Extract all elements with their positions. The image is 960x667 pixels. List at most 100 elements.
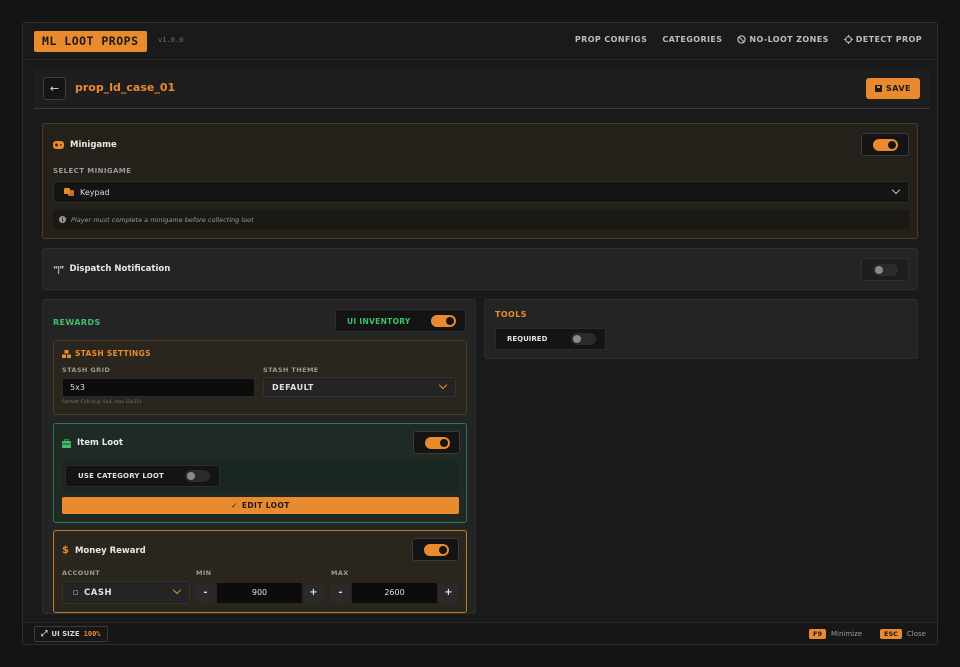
money-reward-toggle[interactable]: [424, 544, 449, 556]
min-stepper: - 900 + - 2600 +: [196, 583, 460, 603]
crosshair-icon: [843, 35, 853, 44]
edit-loot-label: EDIT LOOT: [241, 501, 290, 510]
footer-bar: ⤢ UI SIZE 100% F9 Minimize ESC Close: [23, 622, 937, 644]
close-hint[interactable]: ESC Close: [880, 629, 926, 639]
antenna-icon: “|”: [53, 264, 64, 274]
money-reward-title: $ Money Reward: [62, 545, 146, 556]
tools-required-toggle[interactable]: [571, 333, 596, 345]
account-select-marker: [73, 590, 78, 595]
select-minigame-label: SELECT MINIGAME: [53, 167, 132, 175]
minigame-toggle-box: [861, 133, 909, 156]
minimize-label: Minimize: [830, 630, 863, 638]
minigame-select[interactable]: Keypad: [53, 181, 909, 203]
stash-theme-value: DEFAULT: [272, 382, 314, 392]
chevron-down-icon: [438, 380, 448, 390]
minigame-title: Minigame: [53, 140, 117, 150]
use-category-area: USE CATEGORY LOOT: [62, 462, 459, 492]
min-decrement-button[interactable]: -: [196, 583, 215, 603]
dispatch-panel: “|” Dispatch Notification: [42, 248, 918, 290]
gamepad-icon: [53, 141, 64, 149]
tools-required-row: REQUIRED: [495, 328, 606, 350]
minimize-hint[interactable]: F9 Minimize: [809, 629, 862, 639]
rewards-title: REWARDS: [53, 318, 101, 327]
max-label: MAX: [331, 569, 349, 577]
back-button[interactable]: ←: [43, 77, 66, 100]
ui-inventory-toggle-row: UI INVENTORY: [335, 309, 466, 332]
app-logo: ML LOOT PROPS: [34, 31, 147, 52]
close-label: Close: [906, 630, 926, 638]
stash-grid-label: STASH GRID: [62, 366, 111, 374]
prop-header: ← prop_ld_case_01 SAVE: [34, 69, 930, 109]
max-increment-button[interactable]: +: [439, 583, 458, 603]
item-loot-card: Item Loot USE CATEGORY LOOT ✓ EDIT LOOT: [53, 423, 467, 523]
dispatch-title-text: Dispatch Notification: [69, 264, 171, 274]
ui-size-button[interactable]: ⤢ UI SIZE 100%: [34, 626, 108, 642]
item-loot-toggle[interactable]: [425, 437, 450, 449]
info-icon: [59, 216, 66, 223]
minigame-selected-value: Keypad: [80, 187, 110, 197]
nav-no-loot-zones[interactable]: NO-LOOT ZONES: [737, 35, 828, 44]
account-select[interactable]: CASH: [62, 581, 190, 604]
prop-id-title: prop_ld_case_01: [75, 81, 176, 94]
ui-size-value: 100%: [83, 630, 101, 638]
stash-grid-input[interactable]: 5x3: [62, 378, 255, 397]
money-reward-card: $ Money Reward ACCOUNT CASH MIN - 900 + …: [53, 530, 467, 613]
top-nav-bar: ML LOOT PROPS v1.0.0 PROP CONFIGS CATEGO…: [23, 23, 937, 60]
account-value: CASH: [84, 587, 113, 598]
dispatch-toggle[interactable]: [873, 264, 898, 276]
arrow-left-icon: ←: [49, 82, 60, 95]
max-value-input[interactable]: 2600: [352, 583, 437, 603]
nav-detect-prop-label: DETECT PROP: [855, 35, 922, 44]
minigame-title-text: Minigame: [70, 140, 117, 150]
min-value-input[interactable]: 900: [217, 583, 302, 603]
dispatch-toggle-box: [861, 258, 909, 281]
tools-panel: TOOLS REQUIRED: [484, 299, 918, 359]
nav-detect-prop[interactable]: DETECT PROP: [843, 35, 922, 44]
stash-theme-select[interactable]: DEFAULT: [263, 377, 456, 397]
stash-theme-label: STASH THEME: [263, 366, 319, 374]
dollar-icon: $: [62, 545, 69, 556]
briefcase-icon: [62, 438, 71, 448]
minigame-panel: Minigame SELECT MINIGAME Keypad Player m…: [42, 123, 918, 239]
main-nav: PROP CONFIGS CATEGORIES NO-LOOT ZONES DE…: [575, 35, 922, 44]
save-button[interactable]: SAVE: [866, 78, 920, 99]
nav-categories[interactable]: CATEGORIES: [662, 35, 722, 44]
min-label: MIN: [196, 569, 212, 577]
edit-loot-button[interactable]: ✓ EDIT LOOT: [62, 497, 459, 514]
ui-inventory-toggle[interactable]: [431, 315, 456, 327]
stash-settings-card: STASH SETTINGS STASH GRID 5x3 Format: Cx…: [53, 340, 467, 415]
tools-title: TOOLS: [495, 310, 527, 319]
stash-settings-title: STASH SETTINGS: [62, 349, 151, 358]
item-loot-title: Item Loot: [62, 438, 123, 448]
item-loot-title-text: Item Loot: [77, 438, 123, 448]
boxes-icon: [62, 349, 71, 358]
minigame-note: Player must complete a minigame before c…: [53, 210, 909, 229]
money-reward-title-text: Money Reward: [74, 545, 146, 556]
minigame-note-text: Player must complete a minigame before c…: [71, 215, 254, 224]
nav-prop-configs-label: PROP CONFIGS: [574, 35, 648, 44]
chevron-down-icon: [172, 585, 182, 595]
item-loot-toggle-box: [413, 431, 460, 454]
nav-no-loot-zones-label: NO-LOOT ZONES: [749, 35, 829, 44]
use-category-toggle[interactable]: [185, 470, 210, 482]
minigame-toggle[interactable]: [873, 139, 898, 151]
check-icon: ✓: [231, 501, 238, 510]
nav-categories-label: CATEGORIES: [662, 35, 723, 44]
account-label: ACCOUNT: [62, 569, 101, 577]
min-increment-button[interactable]: +: [304, 583, 323, 603]
use-category-row: USE CATEGORY LOOT: [65, 465, 220, 487]
dispatch-title: “|” Dispatch Notification: [53, 264, 170, 274]
ui-size-label: UI SIZE: [51, 630, 80, 638]
keypad-icon: [64, 188, 74, 196]
chevron-down-icon: [891, 185, 901, 195]
nav-prop-configs[interactable]: PROP CONFIGS: [575, 35, 647, 44]
max-decrement-button[interactable]: -: [331, 583, 350, 603]
tools-required-label: REQUIRED: [507, 335, 548, 343]
save-button-label: SAVE: [885, 84, 912, 93]
app-window: ML LOOT PROPS v1.0.0 PROP CONFIGS CATEGO…: [22, 22, 938, 645]
esc-key: ESC: [880, 629, 902, 639]
app-version: v1.0.0: [158, 36, 184, 44]
f9-key: F9: [809, 629, 826, 639]
money-reward-toggle-box: [412, 538, 459, 561]
ban-icon: [737, 35, 747, 44]
